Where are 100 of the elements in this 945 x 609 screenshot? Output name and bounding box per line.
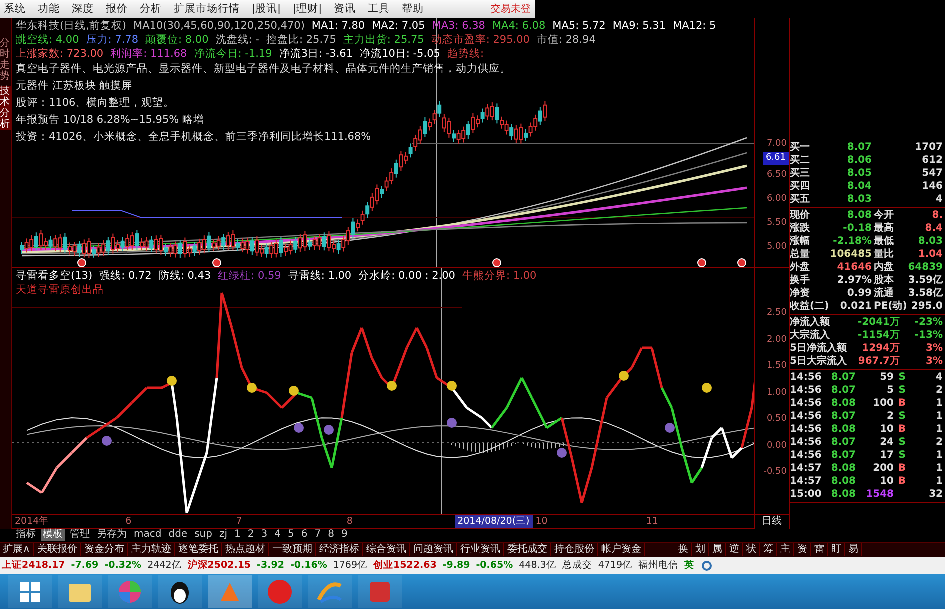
start-button[interactable] xyxy=(8,575,52,608)
function-button[interactable]: 主 xyxy=(777,543,794,556)
tick-side: B xyxy=(897,423,907,436)
indicator-tab[interactable]: 1 xyxy=(232,529,243,542)
function-button[interactable]: 易 xyxy=(845,543,862,556)
indicator-tab[interactable]: 3 xyxy=(259,529,270,542)
function-button[interactable]: 帐户资金 xyxy=(598,543,646,556)
quote-value: -2.18% xyxy=(832,235,873,248)
function-button[interactable]: 委托成交 xyxy=(504,543,552,556)
function-button[interactable]: 主力轨迹 xyxy=(128,543,176,556)
input-method-label[interactable]: 英 xyxy=(684,559,694,572)
menu-item[interactable]: 工具 xyxy=(368,2,390,16)
indicator-tab[interactable]: 7 xyxy=(312,529,324,542)
quote-label: 买五 xyxy=(790,193,811,206)
index-name: 上证2418.17 xyxy=(2,559,66,572)
indicator-tab[interactable]: 5 xyxy=(286,529,296,542)
quote-value: 8.4 xyxy=(924,222,944,235)
axis-label: 6.00 xyxy=(766,193,788,206)
quote-value: 8. xyxy=(931,209,944,222)
date-label: 2014年 xyxy=(14,515,50,528)
indicator-tab[interactable]: 9 xyxy=(340,529,350,542)
function-button[interactable]: 逆 xyxy=(726,543,744,556)
indicator-tab[interactable]: 指标 xyxy=(14,529,38,542)
login-status[interactable]: 交易未登 xyxy=(491,2,531,16)
indicator-value: 净流今日: -1.19 xyxy=(194,47,272,61)
menu-item[interactable]: |股讯| xyxy=(252,2,282,16)
function-button[interactable]: 行业资讯 xyxy=(457,543,504,556)
axis-label: 5.50 xyxy=(766,217,788,230)
signal-marker xyxy=(702,383,712,393)
quote-value: 0.021 xyxy=(839,300,873,313)
menu-item[interactable]: 功能 xyxy=(38,2,60,16)
tick-count: 1 xyxy=(935,423,944,436)
menu-item[interactable]: 深度 xyxy=(72,2,94,16)
indicator-tab[interactable]: dde xyxy=(166,529,190,542)
quote-label: 流通 xyxy=(874,287,895,300)
menu-item[interactable]: 资讯 xyxy=(334,2,356,16)
indicator-value: MA1: 7.80 xyxy=(312,19,366,33)
indicator-value: MA5: 5.72 xyxy=(552,19,606,33)
flow-value: -1154万 xyxy=(857,329,901,342)
function-button[interactable]: 雷 xyxy=(811,543,828,556)
function-button[interactable]: 热点题材 xyxy=(222,543,270,556)
function-button[interactable]: 关联报价 xyxy=(34,543,82,556)
quote-value: -0.18 xyxy=(842,222,873,235)
signal-marker xyxy=(698,258,706,267)
indicator-tab[interactable]: 4 xyxy=(272,529,284,542)
indicator-tab[interactable]: sup xyxy=(192,529,214,542)
menu-item[interactable]: 报价 xyxy=(106,2,128,16)
indicator-tab[interactable]: 6 xyxy=(299,529,310,542)
quote-label: 买四 xyxy=(790,180,811,193)
indicator-tab[interactable]: 管理 xyxy=(68,529,92,542)
function-button[interactable]: 经济指标 xyxy=(316,543,364,556)
function-button[interactable]: 属 xyxy=(709,543,726,556)
index-percent: -0.16% xyxy=(290,560,328,572)
indicator-value: 压力: 7.78 xyxy=(86,33,139,47)
function-button[interactable]: 持仓股份 xyxy=(551,543,598,556)
quote-value: 106485 xyxy=(830,248,873,261)
function-button[interactable]: 综合资讯 xyxy=(363,543,410,556)
index-amount: 2442亿 xyxy=(148,559,182,572)
taskbar-app[interactable] xyxy=(158,575,202,608)
menu-item[interactable]: |理财| xyxy=(293,2,322,16)
side-tab[interactable]: 技术分析 xyxy=(0,86,11,130)
indicator-tab[interactable]: zj xyxy=(217,529,230,542)
indicator-tab[interactable]: 模板 xyxy=(41,529,65,542)
side-tab[interactable]: 分时走势 xyxy=(0,38,11,82)
function-button[interactable]: 问题资讯 xyxy=(410,543,458,556)
axis-label: 5.00 xyxy=(766,241,788,254)
menu-item[interactable]: 帮助 xyxy=(402,2,424,16)
function-button[interactable]: 一致预期 xyxy=(269,543,316,556)
signal-marker xyxy=(78,258,86,267)
indicator-tab[interactable]: 2 xyxy=(246,529,256,542)
date-label: 6 xyxy=(124,516,133,527)
signal-marker xyxy=(738,258,746,267)
swirl-icon xyxy=(317,580,343,604)
indicator-tab[interactable]: macd xyxy=(132,529,164,542)
tick-volume: 10 xyxy=(879,423,895,436)
function-button[interactable]: 划 xyxy=(692,543,710,556)
function-button[interactable]: 资 xyxy=(794,543,812,556)
quote-label: 最低 xyxy=(874,235,895,248)
tick-count: 1 xyxy=(935,462,944,475)
quote-price: 8.07 xyxy=(846,141,873,154)
function-button[interactable]: 逐笔委托 xyxy=(175,543,222,556)
function-button[interactable]: 扩展∧ xyxy=(0,543,34,556)
menu-item[interactable]: 分析 xyxy=(140,2,162,16)
function-button[interactable]: 状 xyxy=(743,543,760,556)
indicator-tab[interactable]: 另存为 xyxy=(95,529,129,542)
tick-count: 1 xyxy=(935,397,944,410)
function-button[interactable]: 资金分布 xyxy=(81,543,128,556)
indicator-value: 华东科技(日线,前复权) xyxy=(16,19,127,33)
menu-item[interactable]: 系统 xyxy=(4,2,26,16)
function-button[interactable]: 盯 xyxy=(828,543,846,556)
index-change: -9.89 xyxy=(442,560,470,572)
quote-label: 大宗流入 xyxy=(790,329,831,342)
total-label: 总成交 xyxy=(562,559,592,572)
gear-icon[interactable] xyxy=(700,560,712,572)
quote-price: 8.04 xyxy=(846,180,873,193)
menu-item[interactable]: 扩展市场行情 xyxy=(174,2,240,16)
function-button[interactable]: 筹 xyxy=(760,543,778,556)
tick-price: 8.08 xyxy=(830,397,857,410)
function-button[interactable]: 换 xyxy=(675,543,692,556)
indicator-tab[interactable]: 8 xyxy=(326,529,337,542)
